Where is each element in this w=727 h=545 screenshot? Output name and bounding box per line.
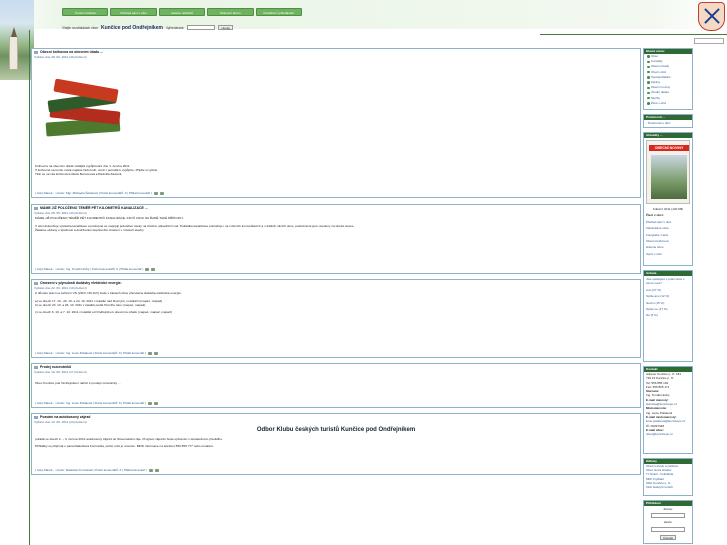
print-icon[interactable] [148,351,153,355]
article-footer[interactable]: ( Celý článek... | Autor: Ing. Lucie Pol… [35,351,146,355]
search-input[interactable] [187,25,216,30]
password-label: Heslo: [663,520,673,525]
send-icon[interactable] [151,267,156,271]
newsletter-title: OBECNÍ NOVINY [649,145,689,151]
nav-forum[interactable]: Diskusní fórum [207,8,254,16]
contact-box: Kontakt Adresa: Kunčice p. O. 181 739 13… [643,366,693,454]
links-box: Odkazy Obecní úřady a instituce Obec Nov… [643,458,693,496]
username-input[interactable] [651,513,685,519]
bullet-icon [647,102,650,105]
bullet-icon [647,96,650,100]
article-bus-trip: Pozvání na autobusový zájezd Vydáno dne … [31,413,641,475]
article-text: Přihlášky se přijímají u pana Radoslava … [35,444,215,448]
page: { "nav": ["Úvodní stránka","Přehled akcí… [0,0,727,545]
article-footer[interactable]: ( Celý článek... | Autor: Mgr. Michaela … [35,191,152,195]
password-input[interactable] [651,526,685,532]
article-footer[interactable]: ( Celý článek... | Autor: Ing. Tomáš Hru… [35,267,143,271]
send-icon[interactable] [159,191,164,195]
article-library: Obecní knihovna na obecním úřadu ... Vyd… [31,48,641,198]
send-icon[interactable] [154,351,159,355]
print-icon[interactable] [145,267,150,271]
print-icon[interactable] [148,468,153,472]
nav-home[interactable]: Úvodní stránka [62,8,109,16]
article-footer[interactable]: ( Celý článek... | Autor: Radoslav Formá… [35,468,147,472]
coat-of-arms-logo [698,2,725,31]
nav-gallery[interactable]: Galerie obrázků [158,8,206,16]
town-name: Kunčice pod Ondřejníkem [100,24,163,31]
bullet-icon [647,55,650,58]
left-divider [29,30,30,545]
poll-question: Jste spokojeni s prací obce v tomto roce… [646,277,685,286]
article-text: Žádáme občany o trpělivost a dodržování … [35,228,145,232]
article-meta: Vydáno dne 13. 09. 2011 (24 přečtení) [34,420,87,424]
article-text: Těší se na vás knihovnice Marie Barnovov… [35,172,123,176]
print-icon[interactable] [153,191,158,195]
nav-advanced-search[interactable]: Rozšíření vyhledávání [255,8,303,16]
top-navigation: Úvodní stránka Přehled akcí v obci Galer… [62,8,303,16]
search-button[interactable]: Hledej [218,25,234,30]
side-search-input[interactable] [694,38,724,44]
article-title[interactable]: MÁME JIŽ POLOŽENO TÉMĚŘ PĚT KILOMETRŮ KA… [40,206,148,210]
search-label: Vyhledávání: [165,25,185,30]
bullet-icon [647,65,650,69]
duties-box: Povinnosti ... - Povinnosti v obci [643,114,693,128]
article-icon [34,281,38,285]
login-button[interactable]: Odeslat [660,534,676,540]
greeting-bar: Vítejte na stránkách obce Kunčice pod On… [62,24,234,31]
newsletter-photo [651,155,687,199]
article-power-outage: Omezení v plynulosti dodávky elektrické … [31,279,641,358]
article-title[interactable]: Obecní knihovna na obecním úřadu ... [40,50,103,54]
article-title[interactable]: Pozvání na autobusový zájezd [40,415,90,419]
greeting-prefix: Vítejte na stránkách obce [62,25,98,30]
login-box: Přihlášení Jméno: Heslo: Odeslat [643,500,693,544]
right-divider [540,34,727,35]
poll-option[interactable]: Ne (5 %) [644,312,692,318]
send-icon[interactable] [154,468,159,472]
send-icon[interactable] [154,401,159,405]
bullet-icon [647,60,650,64]
article-text: c) ve dnech 6. 10. a 7. 10. 2011 v lokal… [35,310,172,314]
newsletter-cover[interactable]: OBECNÍ NOVINY [646,140,690,204]
bullet-icon [647,76,650,79]
bullet-icon [647,81,650,84]
article-title[interactable]: Prodej rozcestníků [40,365,71,369]
poll-box: Anketa Jste spokojeni s prací obce v tom… [643,270,693,362]
menu-item[interactable]: Život v obci [644,101,692,106]
article-signposts: Prodej rozcestníků Vydáno dne 19. 09. 20… [31,363,641,408]
church-image [9,27,18,70]
bullet-icon [647,91,650,95]
external-link[interactable]: Klub českých turistů [644,485,692,489]
main-menu-box: Hlavní menu Obec Kontakty Obecní úřady Ú… [643,48,693,110]
article-icon [34,365,38,369]
article-title[interactable]: Omezení v plynulosti dodávky elektrické … [40,281,122,285]
nav-events[interactable]: Přehled akcí v obci [110,8,157,16]
news-title: Aktuality ... [644,133,692,138]
username-label: Jméno: [663,507,673,511]
article-icon [34,50,38,54]
bullet-icon [647,86,650,90]
article-heading: Odbor Klubu českých turistů Kunčice pod … [256,427,416,433]
contact-email[interactable]: obec@kuncicepo.cz [644,432,692,436]
life-link[interactable]: Sport v obci [644,251,692,257]
news-box: Aktuality ... OBECNÍ NOVINY Kulturní 201… [643,132,693,266]
print-icon[interactable] [148,401,153,405]
article-meta: Vydáno dne 28. 09. 2011 (40 přečtení) [34,55,87,59]
article-icon [34,206,38,210]
contact-email[interactable]: lucie.polakova@kuncicepo.cz [644,419,692,423]
article-icon [34,415,38,419]
article-sewerage: MÁME JIŽ POLOŽENO TÉMĚŘ PĚT KILOMETRŮ KA… [31,204,641,274]
article-meta: Vydáno dne 19. 09. 2011 (17 přečtení) [34,370,87,374]
header-banner: Úvodní stránka Přehled akcí v obci Galer… [0,0,727,80]
bullet-icon [647,70,650,74]
duties-link[interactable]: - Povinnosti v obci [644,120,692,126]
article-text: Obec Kunčice pod Ondřejníkem nabízí k pr… [35,381,121,385]
article-footer[interactable]: ( Celý článek... | Autor: Ing. Lucie Pol… [35,401,146,405]
books-image [40,78,126,140]
